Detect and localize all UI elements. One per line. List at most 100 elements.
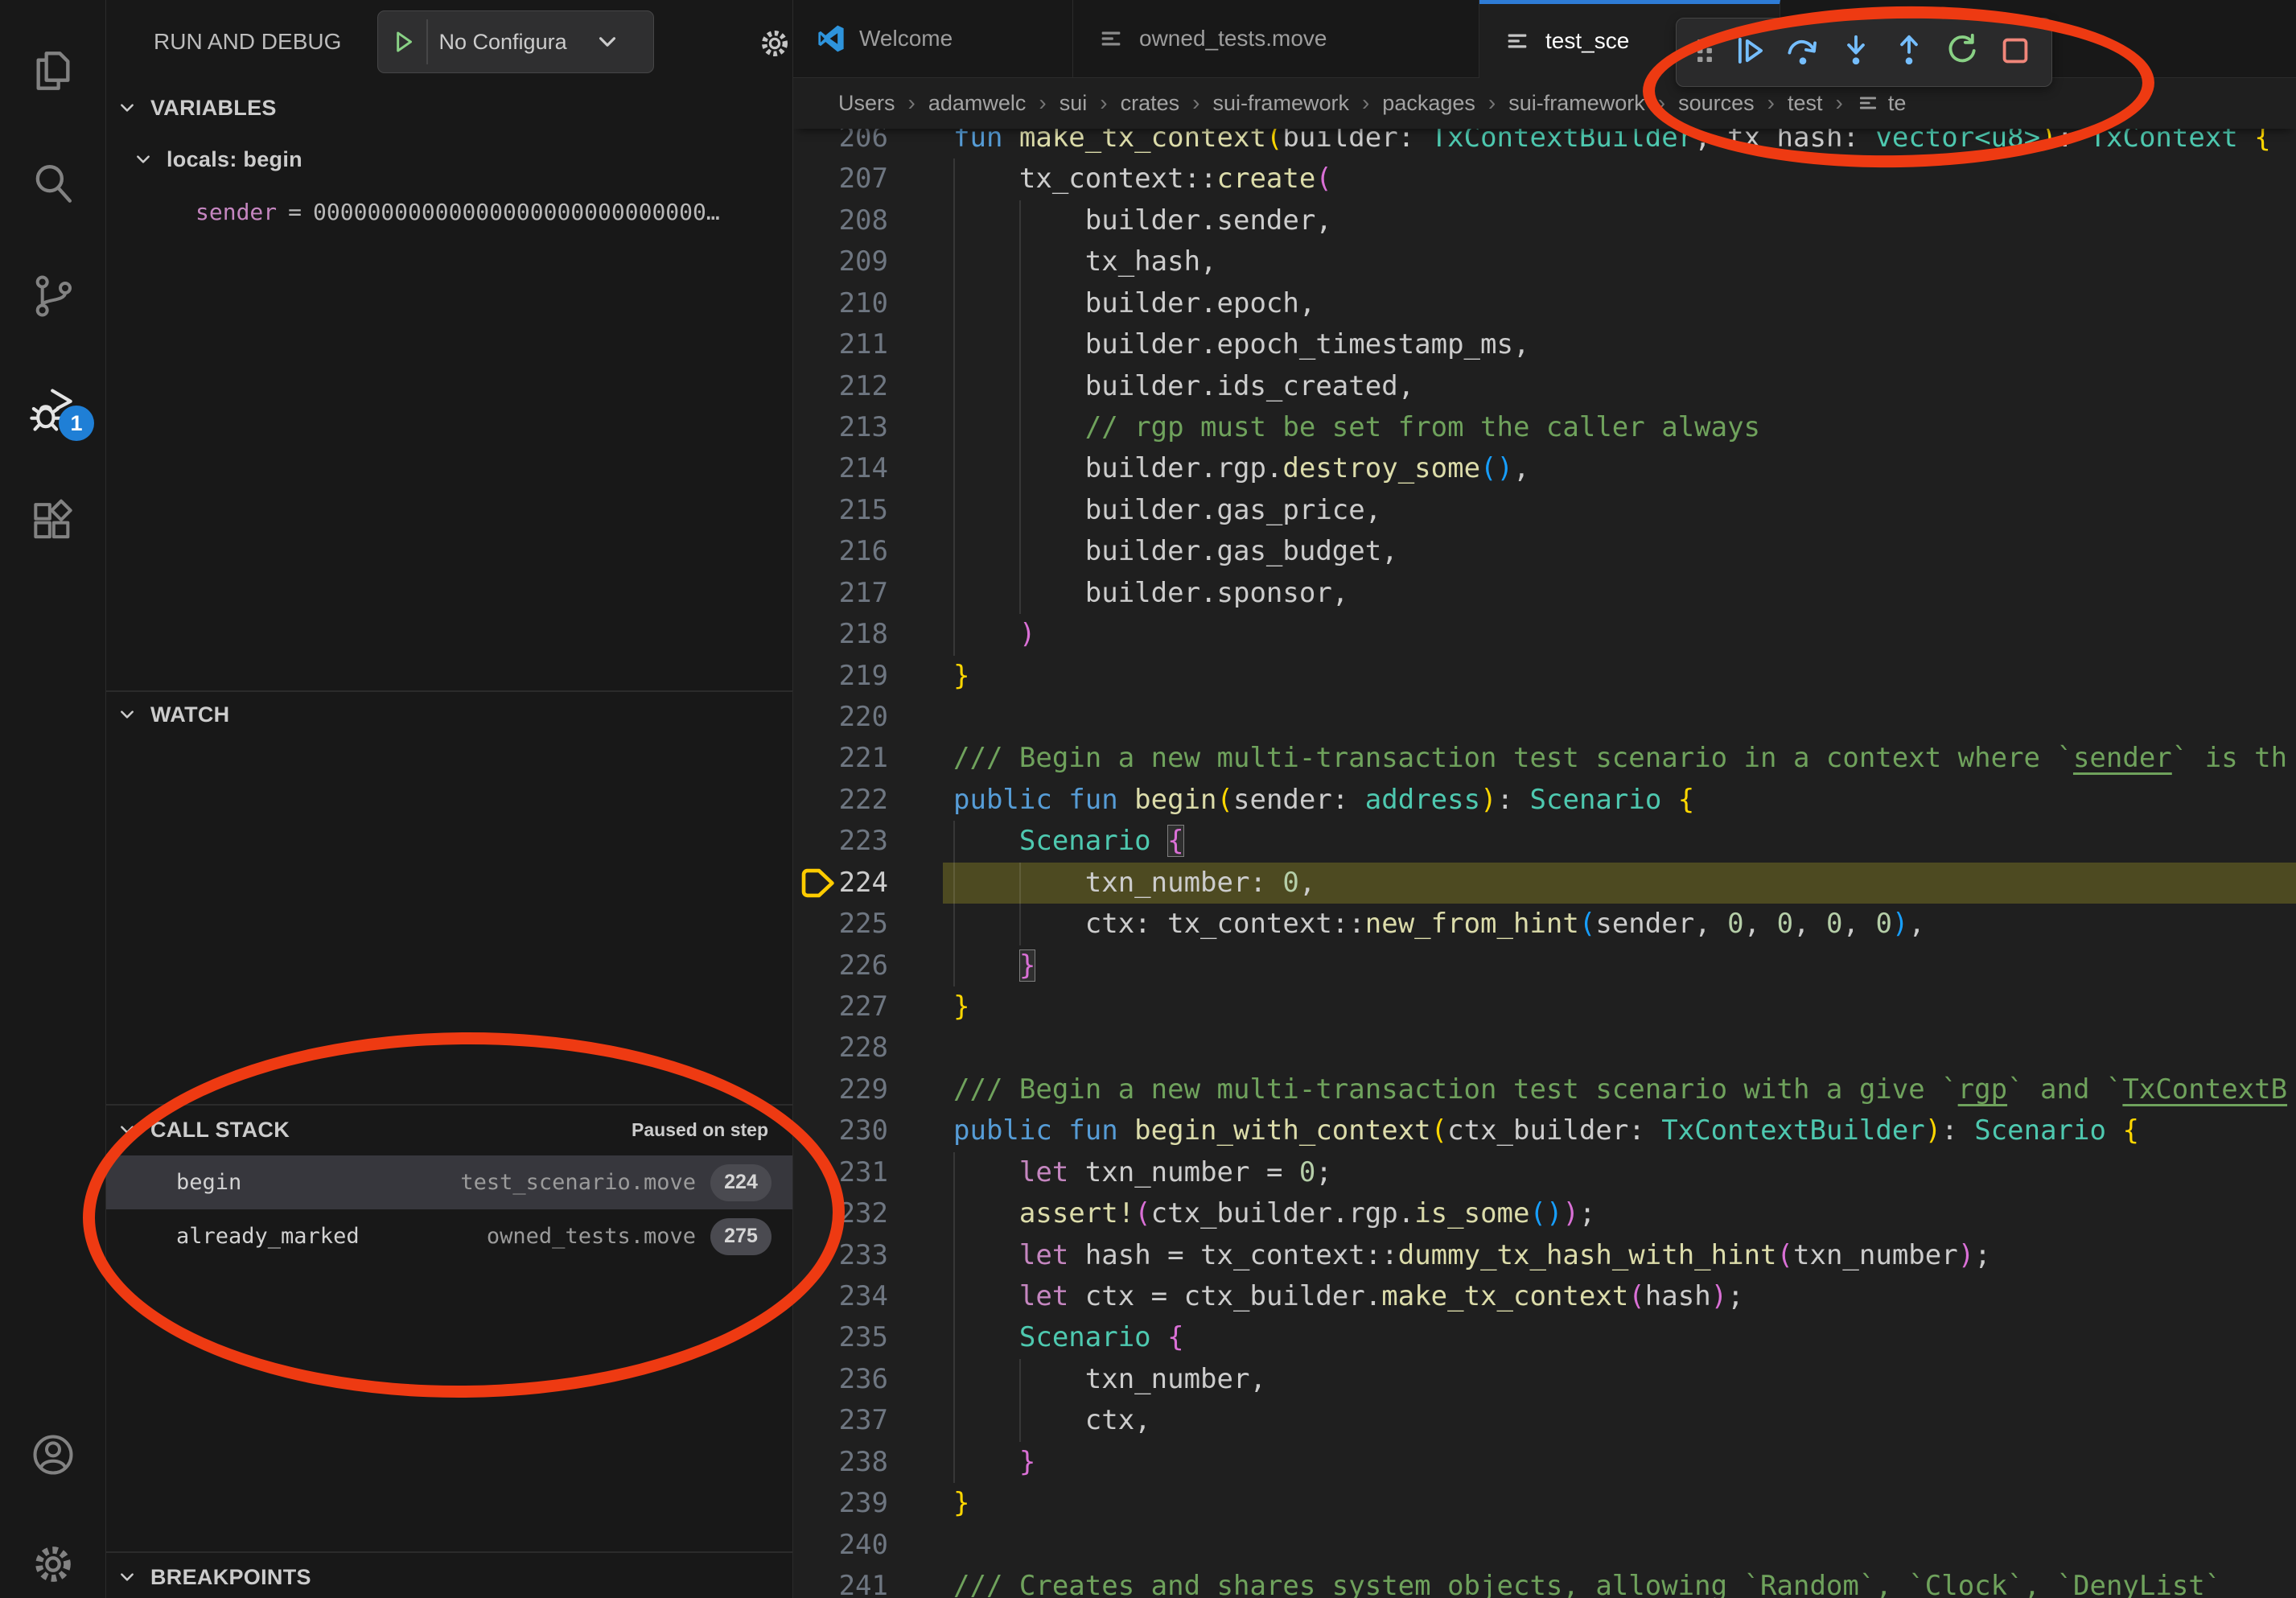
activitybar-item-source-control[interactable] [0,248,105,344]
code-line-207[interactable]: 207 tx_context::create( [793,159,2296,200]
activitybar-item-settings[interactable] [0,1516,105,1598]
code-line-233[interactable]: 233 let hash = tx_context::dummy_tx_hash… [793,1235,2296,1276]
breadcrumb-separator: › [1362,90,1369,116]
code-line-224[interactable]: 224 txn_number: 0, [793,863,2296,904]
variables-section-header[interactable]: VARIABLES [105,87,792,129]
breadcrumb-item[interactable]: crates [1121,91,1180,116]
activitybar-item-extensions[interactable] [0,473,105,570]
code-line-236[interactable]: 236 txn_number, [793,1359,2296,1400]
continue-button[interactable] [1723,23,1776,81]
breadcrumb-item[interactable]: packages [1382,91,1475,116]
stop-button[interactable] [1989,23,2042,81]
line-number: 219 [793,656,888,697]
line-number: 226 [793,945,888,986]
breadcrumb-item[interactable]: sui-framework [1508,91,1645,116]
code-line-228[interactable]: 228 [793,1028,2296,1069]
code-text: txn_number, [953,1359,1266,1400]
code-line-208[interactable]: 208 builder.sender, [793,200,2296,241]
variables-scope-locals[interactable]: locals: begin [121,138,793,180]
code-text: ) [953,614,1035,655]
code-line-212[interactable]: 212 builder.ids_created, [793,366,2296,407]
editor-group: 206fun make_tx_context(builder: TxContex… [793,0,2296,1598]
variable-row-sender[interactable]: sender = 00000000000000000000000000000… [105,190,792,233]
code-line-235[interactable]: 235 Scenario { [793,1317,2296,1358]
code-line-222[interactable]: 222public fun begin(sender: address): Sc… [793,780,2296,821]
variable-equals: = [288,199,302,225]
code-text: txn_number: 0, [953,863,1315,904]
start-debugging-icon[interactable] [388,27,418,57]
tab-welcome[interactable]: Welcome [793,0,1073,77]
tab-label: Welcome [859,26,953,51]
code-line-226[interactable]: 226 } [793,945,2296,986]
code-line-218[interactable]: 218 ) [793,614,2296,655]
line-number: 208 [793,200,888,241]
chevron-down-icon[interactable] [592,27,623,57]
code-line-219[interactable]: 219} [793,656,2296,697]
code-line-214[interactable]: 214 builder.rgp.destroy_some(), [793,448,2296,489]
breadcrumb-item[interactable]: sources [1678,91,1755,116]
activitybar-item-account[interactable] [0,1406,105,1503]
debug-settings-gear-button[interactable] [754,23,793,64]
code-line-230[interactable]: 230public fun begin_with_context(ctx_bui… [793,1110,2296,1151]
watch-section-header[interactable]: WATCH [105,694,792,735]
source-control-icon [29,272,77,320]
debug-configuration-dropdown[interactable]: No Configura [377,10,654,73]
step-into-icon [1837,32,1874,73]
breakpoints-section-header[interactable]: BREAKPOINTS [105,1556,792,1598]
activitybar-item-run-and-debug[interactable]: 1 [0,360,105,457]
code-line-225[interactable]: 225 ctx: tx_context::new_from_hint(sende… [793,904,2296,945]
breadcrumb-item[interactable]: sui-framework [1212,91,1349,116]
code-line-213[interactable]: 213 // rgp must be set from the caller a… [793,407,2296,448]
code-line-241[interactable]: 241/// Creates and shares system objects… [793,1566,2296,1598]
code-text: Scenario { [953,821,1184,862]
activitybar-item-search[interactable] [0,135,105,232]
paused-on-step-status: Paused on step [632,1109,768,1151]
tab-owned-tests-move[interactable]: owned_tests.move [1073,0,1479,77]
code-editor[interactable]: 206fun make_tx_context(builder: TxContex… [793,0,2296,1598]
chevron-down-icon [115,1118,139,1142]
code-line-223[interactable]: 223 Scenario { [793,821,2296,862]
step-over-button[interactable] [1776,23,1829,81]
code-line-217[interactable]: 217 builder.sponsor, [793,573,2296,614]
line-number: 232 [793,1193,888,1234]
code-line-239[interactable]: 239} [793,1483,2296,1524]
call-stack-frame-begin[interactable]: begintest_scenario.move224 [105,1155,792,1209]
breadcrumb-item[interactable]: Users [838,91,895,116]
code-text: /// Begin a new multi-transaction test s… [953,738,2287,779]
frame-file: owned_tests.move [487,1224,696,1249]
breadcrumb-separator: › [1039,90,1046,116]
code-line-215[interactable]: 215 builder.gas_price, [793,490,2296,531]
step-out-icon [1891,32,1928,73]
breadcrumb-item-file[interactable]: te [1856,91,1907,116]
code-line-216[interactable]: 216 builder.gas_budget, [793,531,2296,572]
step-into-button[interactable] [1829,23,1882,81]
step-out-button[interactable] [1882,23,1936,81]
code-text: } [953,1442,1035,1483]
code-line-240[interactable]: 240 [793,1525,2296,1566]
code-line-220[interactable]: 220 [793,697,2296,738]
code-line-229[interactable]: 229/// Begin a new multi-transaction tes… [793,1069,2296,1110]
code-line-221[interactable]: 221/// Begin a new multi-transaction tes… [793,738,2296,779]
code-line-209[interactable]: 209 tx_hash, [793,241,2296,282]
configuration-label[interactable]: No Configura [439,30,590,55]
code-line-211[interactable]: 211 builder.epoch_timestamp_ms, [793,324,2296,365]
dropdown-divider [426,19,428,64]
breadcrumb-item[interactable]: adamwelc [928,91,1027,116]
activitybar-item-explorer[interactable] [0,23,105,119]
code-line-231[interactable]: 231 let txn_number = 0; [793,1152,2296,1193]
breadcrumb-item[interactable]: sui [1060,91,1088,116]
code-line-238[interactable]: 238 } [793,1442,2296,1483]
code-text: builder.sponsor, [953,573,1348,614]
restart-button[interactable] [1936,23,1989,81]
code-line-234[interactable]: 234 let ctx = ctx_builder.make_tx_contex… [793,1276,2296,1317]
code-line-232[interactable]: 232 assert!(ctx_builder.rgp.is_some()); [793,1193,2296,1234]
call-stack-frame-already_marked[interactable]: already_markedowned_tests.move275 [105,1209,792,1263]
code-line-210[interactable]: 210 builder.epoch, [793,283,2296,324]
code-text: // rgp must be set from the caller alway… [953,407,1760,448]
file-list-icon [1097,25,1125,52]
code-line-227[interactable]: 227} [793,986,2296,1028]
drag-gripper[interactable] [1686,23,1723,81]
code-line-237[interactable]: 237 ctx, [793,1400,2296,1441]
code-text: builder.epoch, [953,283,1315,324]
breadcrumb-item[interactable]: test [1788,91,1823,116]
